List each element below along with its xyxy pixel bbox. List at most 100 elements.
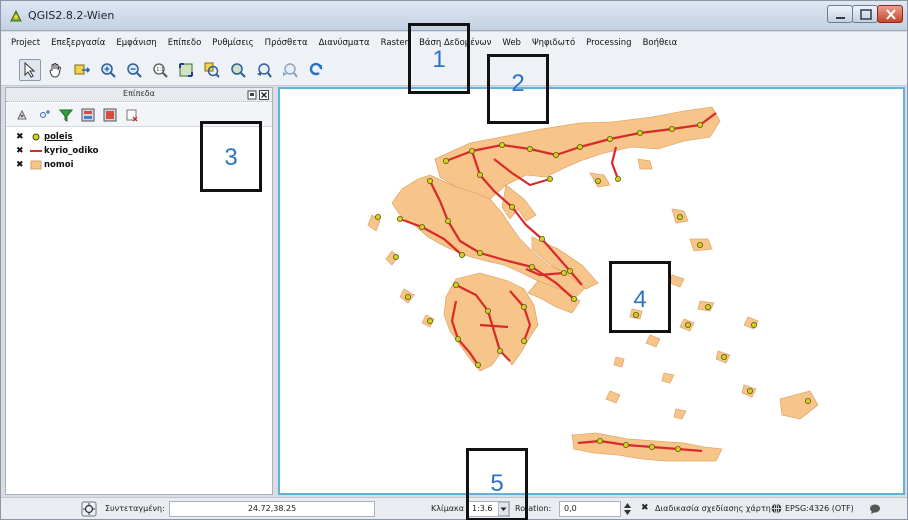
close-icon xyxy=(886,9,896,20)
layer-visibility-checkbox[interactable]: ✖ xyxy=(16,146,28,156)
render-checkbox[interactable]: ✖ xyxy=(641,503,649,513)
menu-view[interactable]: Εμφάνιση xyxy=(116,38,156,48)
callout-number: 4 xyxy=(633,286,647,313)
spin-arrows-icon[interactable] xyxy=(623,501,632,517)
zoom-to-layer-tool[interactable] xyxy=(227,59,249,81)
coordinate-field[interactable]: 24.72,38.25 xyxy=(169,501,375,517)
layer-tree: ✖ poleis ✖ kyrio_odiko ✖ nomoi xyxy=(16,130,99,172)
callout-box-2: 2 xyxy=(487,54,549,124)
collapse-all-button[interactable] xyxy=(102,107,118,123)
callout-number: 2 xyxy=(511,70,525,97)
menu-project[interactable]: Project xyxy=(11,38,40,48)
layer-name: nomoi xyxy=(44,160,74,170)
zoom-actual-icon: 1:1 xyxy=(153,62,168,78)
menu-mesh[interactable]: Ψηφιδωτό xyxy=(532,38,575,48)
qgis-icon xyxy=(10,9,22,22)
zoom-out-tool[interactable] xyxy=(123,59,145,81)
callout-box-1: 1 xyxy=(408,23,470,94)
refresh-tool[interactable] xyxy=(305,59,327,81)
crs-globe-icon[interactable] xyxy=(771,503,782,514)
menu-layer[interactable]: Επίπεδο xyxy=(168,38,201,48)
callout-box-5: 5 xyxy=(466,448,528,520)
close-panel-icon[interactable] xyxy=(259,90,269,100)
callout-box-3: 3 xyxy=(200,121,262,192)
zoom-full-tool[interactable] xyxy=(175,59,197,81)
filter-button[interactable] xyxy=(58,107,74,123)
messages-icon[interactable] xyxy=(869,503,881,515)
zoom-to-selection-icon xyxy=(204,62,220,78)
pan-hand-icon xyxy=(49,62,62,78)
scale-label: Κλίμακα xyxy=(431,504,465,513)
layers-panel-header: Επίπεδα xyxy=(6,88,272,102)
pan-hand-tool[interactable] xyxy=(45,59,67,81)
menu-edit[interactable]: Επεξεργασία xyxy=(51,38,105,48)
svg-text:1:1: 1:1 xyxy=(156,67,164,73)
callout-number: 5 xyxy=(490,470,504,497)
zoom-to-layer-icon xyxy=(231,62,246,78)
point-symbol-icon xyxy=(28,132,44,142)
remove-layer-icon xyxy=(126,109,138,121)
greece-map xyxy=(367,106,819,462)
callout-number: 3 xyxy=(224,144,238,171)
pan-arrow-icon xyxy=(24,61,36,78)
coordinate-label: Συντεταγμένη: xyxy=(105,504,165,513)
zoom-last-tool[interactable] xyxy=(253,59,275,81)
minimize-icon xyxy=(836,17,845,19)
pan-arrow-tool[interactable] xyxy=(19,58,41,81)
open-layer-styling-button[interactable] xyxy=(14,107,30,123)
menu-raster[interactable]: Raster xyxy=(381,38,408,48)
add-group-icon xyxy=(40,109,50,118)
close-button[interactable] xyxy=(877,5,903,23)
pan-to-selection-tool[interactable] xyxy=(71,59,93,81)
open-layer-styling-icon xyxy=(17,109,27,119)
map-canvas[interactable] xyxy=(278,87,905,495)
polygon-symbol-icon xyxy=(28,160,44,170)
zoom-in-tool[interactable] xyxy=(97,59,119,81)
zoom-to-selection-tool[interactable] xyxy=(201,59,223,81)
expand-all-button[interactable] xyxy=(80,107,96,123)
menu-web[interactable]: Web xyxy=(502,38,521,48)
zoom-full-icon xyxy=(179,62,193,77)
status-bar: Συντεταγμένη: 24.72,38.25 Κλίμακα 1:3.6 … xyxy=(1,497,907,519)
callout-box-4: 4 xyxy=(609,261,671,333)
callout-number: 1 xyxy=(432,46,446,73)
layer-item-kyrio-odiko[interactable]: ✖ kyrio_odiko xyxy=(16,144,99,158)
qgis-window: QGIS2.8.2-Wien Project Επεξεργασία Εμφάν… xyxy=(0,0,908,520)
zoom-last-icon xyxy=(257,62,272,78)
menu-plugins[interactable]: Πρόσθετα xyxy=(265,38,308,48)
render-label: Διαδικασία σχεδίασης χάρτη xyxy=(655,504,771,513)
menu-help[interactable]: Βοήθεια xyxy=(643,38,678,48)
layer-visibility-checkbox[interactable]: ✖ xyxy=(16,160,28,170)
nomoi-polygons xyxy=(367,106,819,462)
layer-name: poleis xyxy=(44,132,73,142)
coordinate-toggle-icon[interactable] xyxy=(81,501,97,517)
menu-processing[interactable]: Processing xyxy=(586,38,631,48)
layer-item-nomoi[interactable]: ✖ nomoi xyxy=(16,158,99,172)
zoom-in-icon xyxy=(101,62,116,78)
zoom-actual-size-tool[interactable]: 1:1 xyxy=(149,59,171,81)
zoom-next-tool[interactable] xyxy=(279,59,301,81)
rotation-field[interactable]: 0,0 xyxy=(559,501,621,517)
expand-all-icon xyxy=(81,108,95,121)
zoom-out-icon xyxy=(127,62,142,78)
collapse-all-icon xyxy=(103,108,117,121)
minimize-button[interactable] xyxy=(827,5,853,23)
menu-vector[interactable]: Διανύσματα xyxy=(319,38,370,48)
refresh-icon xyxy=(309,62,323,75)
window-title: QGIS2.8.2-Wien xyxy=(28,9,115,22)
layers-panel-title: Επίπεδα xyxy=(123,89,155,98)
menu-settings[interactable]: Ρυθμίσεις xyxy=(212,38,253,48)
add-group-button[interactable] xyxy=(36,107,52,123)
zoom-next-icon xyxy=(283,62,298,78)
layer-name: kyrio_odiko xyxy=(44,146,99,156)
crs-label[interactable]: EPSG:4326 (OTF) xyxy=(785,504,854,513)
float-panel-icon[interactable] xyxy=(247,90,257,100)
filter-icon xyxy=(59,109,73,122)
maximize-icon xyxy=(860,9,872,20)
layer-item-poleis[interactable]: ✖ poleis xyxy=(16,130,99,144)
line-symbol-icon xyxy=(28,146,44,156)
pan-to-selection-icon xyxy=(74,64,91,74)
remove-layer-button[interactable] xyxy=(124,107,140,123)
layer-visibility-checkbox[interactable]: ✖ xyxy=(16,132,28,142)
maximize-button[interactable] xyxy=(852,5,878,23)
